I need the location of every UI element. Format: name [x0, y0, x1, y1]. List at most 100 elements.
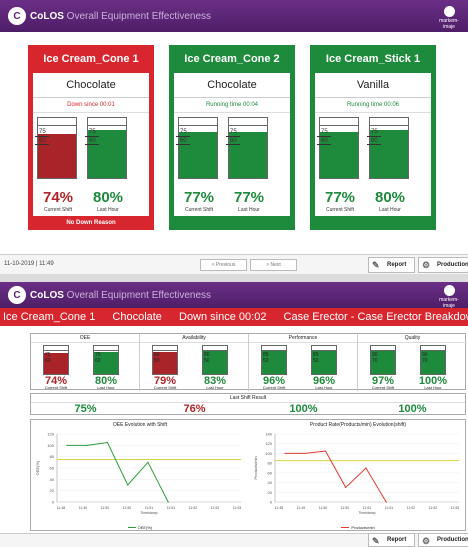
card-footer — [169, 216, 295, 230]
kpi-panel: OEE 75 60 75 60 74% 80% Current Shift Last Hour A… — [30, 333, 467, 391]
card-body: Vanilla Running time 00:06 75 60 75 60 77% 80% C… — [315, 73, 431, 216]
last-hour-value: 80% — [374, 189, 406, 206]
oee-gauge: 75 60 — [176, 117, 218, 179]
x-tick-label: 11:50 — [341, 506, 350, 510]
y-tick-label: 140 — [265, 432, 272, 437]
y-axis-label: Products/min — [253, 456, 258, 479]
card-status: Down since 00:01 — [33, 98, 149, 113]
y-axis-label: OEE(%) — [35, 460, 40, 475]
last-hour-label: Last Hour — [206, 385, 224, 390]
gauge-min-label: 60 — [89, 138, 96, 144]
card-status: Running time 00:06 — [315, 98, 431, 113]
data-point — [147, 461, 149, 463]
down-reason: Case Erector - Case Erector Breakdown — [283, 311, 468, 323]
card-footer: No Down Reason — [66, 220, 116, 226]
vendor-logo-icon — [443, 6, 455, 17]
gauge-min-label: 50 — [263, 358, 269, 364]
previous-button[interactable]: < Previous — [200, 259, 247, 271]
colos-logo-icon: C — [8, 7, 26, 25]
production-icon: ⚙ — [422, 260, 431, 270]
y-tick-label: 120 — [265, 441, 272, 446]
app-title: CoLOS Overall Equipment Effectiveness — [30, 11, 211, 22]
kpi-gauge: 85 50 — [261, 345, 287, 375]
data-point — [385, 501, 387, 503]
gauge-min-label: 60 — [230, 138, 237, 144]
x-tick-label: 11:53 — [233, 506, 242, 510]
gauge-min-mark — [317, 144, 331, 145]
line-name: Ice Cream_Cone 1 — [3, 311, 96, 323]
vendor-logo-icon — [443, 285, 455, 296]
legend-swatch — [127, 527, 136, 529]
report-button[interactable]: ✎ Report — [368, 257, 415, 273]
production-parameters-button[interactable]: ⚙ Production Par — [418, 257, 468, 273]
line-card[interactable]: Ice Cream_Cone 1 Chocolate Down since 00:0… — [28, 45, 154, 230]
gauge-cap — [262, 346, 286, 351]
gauge-target-mark — [35, 136, 49, 137]
kpi-gauge: 80 50 — [202, 345, 228, 375]
gauge-target-label: 75 — [230, 129, 237, 135]
last-shift-title: Last Shift Result — [31, 394, 465, 403]
app-subtitle: Overall Equipment Effectiveness — [66, 10, 212, 22]
gauge-cap — [312, 346, 336, 351]
legend-swatch — [341, 527, 350, 529]
series-line — [285, 450, 387, 503]
x-tick-label: 11:52 — [211, 506, 220, 510]
gauge-min-label: 60 — [321, 138, 328, 144]
x-axis-label: Timestamp — [140, 511, 157, 515]
charts-panel: OEE Evolution with Shift 0 20 40 60 80 100 120 1… — [30, 419, 466, 531]
production-parameters-button[interactable]: ⚙ Production Par — [418, 533, 468, 547]
legend-label: OEE(%) — [137, 525, 153, 530]
gauge-target-mark — [176, 136, 190, 137]
kpi-box: OEE 75 60 75 60 74% 80% Current Shift Last Hour — [31, 334, 140, 391]
x-tick-label: 11:48 — [275, 506, 284, 510]
current-shift-value: 74% — [42, 189, 74, 206]
line-card[interactable]: Ice Cream_Stick 1 Vanilla Running time 00:… — [310, 45, 436, 230]
kpi-box: Quality 90 70 90 70 97% 100% Current Shift Last … — [358, 334, 467, 391]
app-subtitle: Overall Equipment Effectiveness — [66, 289, 212, 301]
data-point — [106, 441, 109, 444]
card-flavor: Vanilla — [315, 73, 431, 98]
gauge-min-label: 60 — [95, 358, 101, 364]
last-hour-label: Last Hour — [315, 385, 333, 390]
next-button[interactable]: > Next — [250, 259, 297, 271]
data-point — [345, 486, 347, 489]
vendor-logo: markem-imaje — [434, 6, 464, 30]
line-card[interactable]: Ice Cream_Cone 2 Chocolate Running time 00… — [169, 45, 295, 230]
card-status: Running time 00:04 — [174, 98, 290, 113]
kpi-title: Performance — [249, 334, 357, 343]
gauge-min-mark — [226, 144, 240, 145]
card-flavor: Chocolate — [174, 73, 290, 98]
report-button[interactable]: ✎ Report — [368, 533, 415, 547]
last-hour-label: Last Hour — [238, 207, 260, 213]
vendor-logo: markem-imaje — [434, 285, 464, 309]
gauge-min-label: 70 — [372, 358, 378, 364]
gauge-min-label: 50 — [313, 358, 319, 364]
gauge-cap — [203, 346, 227, 351]
gauge-min-label: 60 — [39, 138, 46, 144]
y-tick-label: 60 — [50, 466, 55, 471]
data-point — [324, 450, 327, 452]
current-shift-label: Current Shift — [371, 385, 395, 390]
data-point — [127, 484, 129, 486]
y-tick-label: 100 — [265, 451, 272, 456]
detail-screen: C CoLOS Overall Equipment Effectiveness … — [0, 282, 468, 547]
oee-gauge: 75 60 — [85, 117, 127, 179]
y-tick-label: 20 — [268, 490, 273, 495]
gauge-min-mark — [35, 144, 49, 145]
data-point — [284, 452, 286, 455]
kpi-title: OEE — [31, 334, 139, 343]
y-tick-label: 120 — [47, 432, 54, 437]
gauge-pair: 75 60 75 60 77% 77% Current Shift Last Hour — [174, 117, 290, 213]
last-shift-result: Last Shift Result 75% 76% 100% 100% — [30, 393, 466, 415]
card-title: Ice Cream_Cone 1 — [43, 53, 139, 65]
x-tick-label: 11:50 — [101, 506, 110, 510]
kpi-gauge: 85 50 — [311, 345, 337, 375]
gauge-cap — [371, 346, 395, 351]
date-time: 11-10-2019 | 11:49 — [4, 261, 54, 267]
gauge-min-label: 70 — [422, 358, 428, 364]
x-tick-label: 11:51 — [167, 506, 176, 510]
data-point — [86, 444, 88, 446]
y-tick-label: 80 — [268, 461, 273, 466]
gauge-min-mark — [176, 144, 190, 145]
current-shift-label: Current Shift — [325, 207, 355, 213]
